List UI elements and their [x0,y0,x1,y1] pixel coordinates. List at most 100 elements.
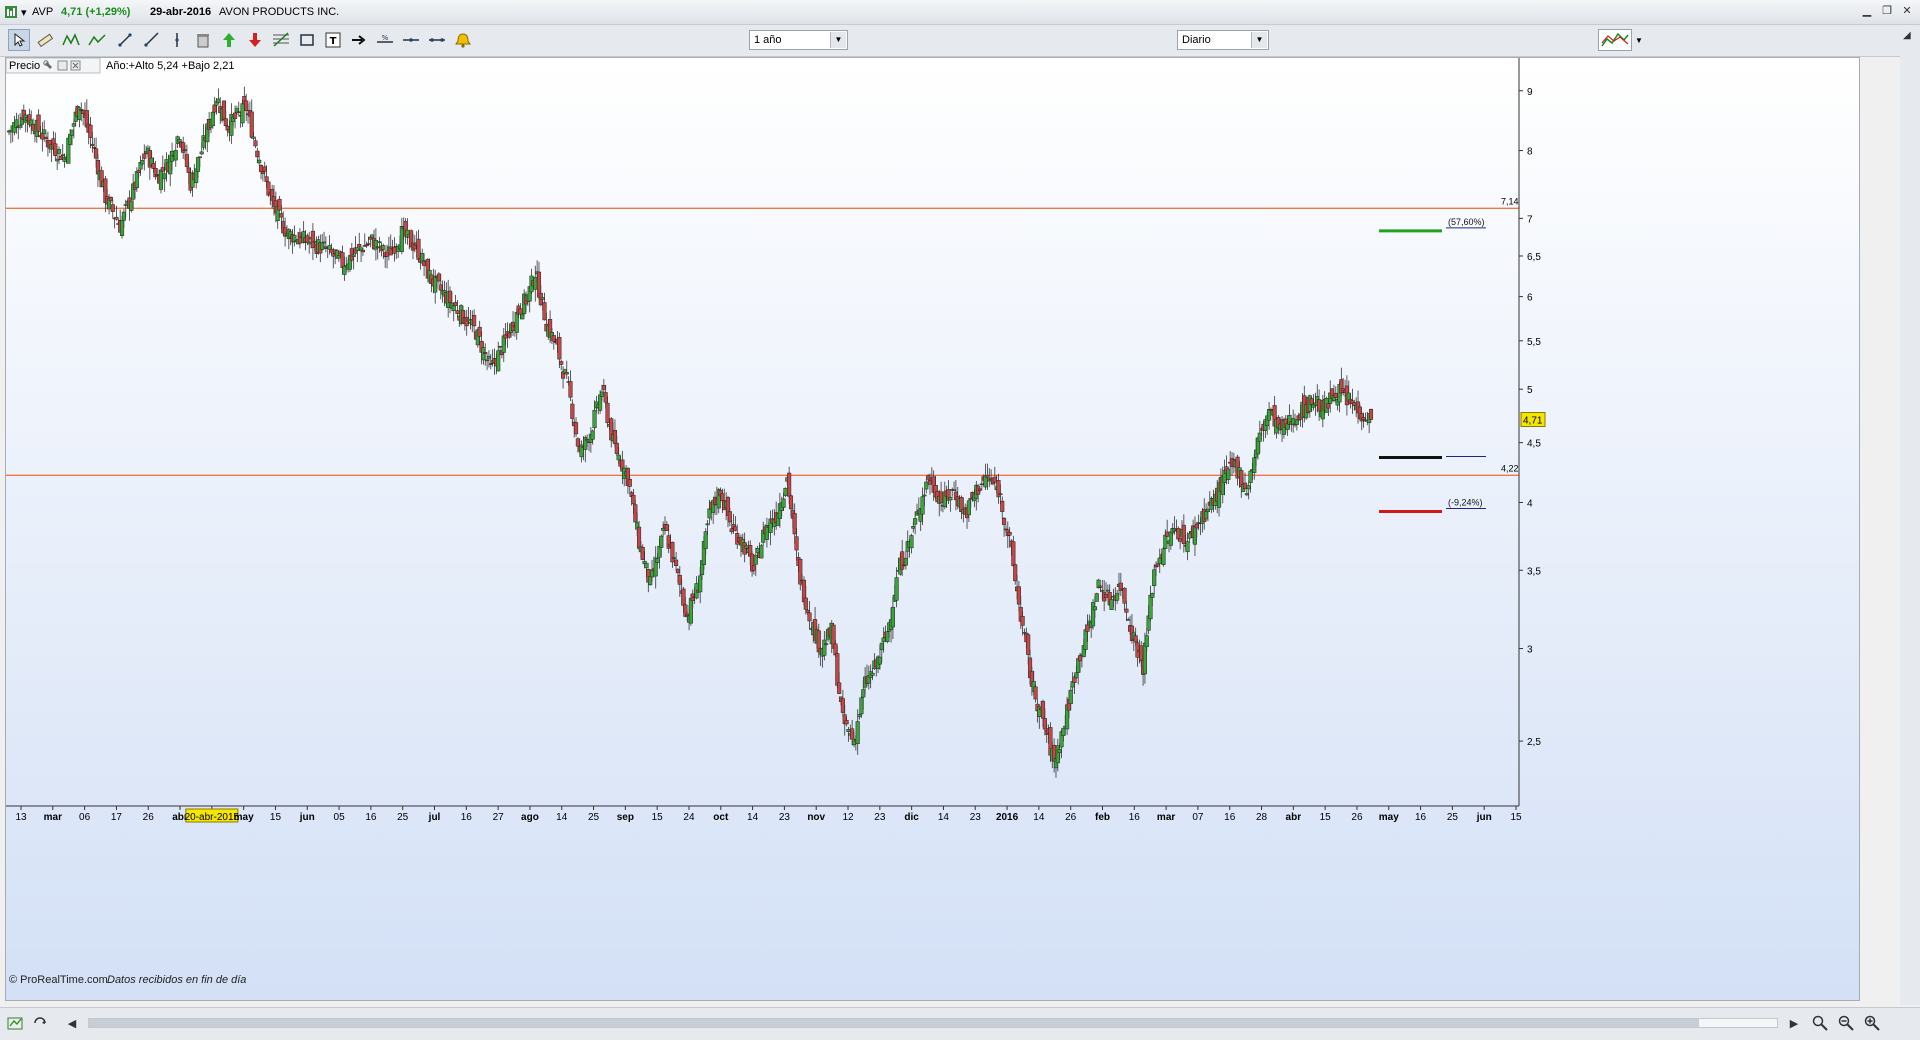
candle-body [998,493,1003,496]
candle-body [329,248,334,253]
cursor-icon[interactable] [8,29,30,51]
candle-body [903,557,908,566]
zoom-out-icon[interactable] [1836,1013,1856,1033]
extended-line-icon[interactable] [400,29,422,51]
candle-body [262,166,267,172]
candle-body [794,536,799,551]
x-tick-label: 14 [747,812,759,823]
candle-body [520,313,525,320]
candle-body [182,149,188,152]
candle-body [1026,634,1031,655]
candle-body [195,157,201,172]
x-tick-label: 14 [938,812,950,823]
candle-body [507,332,512,338]
buy-arrow-icon[interactable] [218,29,240,51]
side-collapse-icon[interactable]: ◢ [1903,30,1911,41]
candle-body [221,100,227,120]
candle-body [158,169,164,190]
chevron-down-icon[interactable]: ▼ [830,32,846,48]
candle-body [755,548,760,553]
price-chart[interactable]: 7,14 4,22 (57,60%) (-9,24%) 9 8 7 6,5 6 5,5 5 4,5… [6,58,1859,1000]
candle-body [681,588,686,606]
y-tick-label: 5 [1527,385,1533,396]
candle-body [985,475,990,478]
candle-body [685,613,690,617]
candle-body [1020,616,1025,626]
candle-body [612,430,618,444]
candle-body [1133,635,1138,643]
pattern-icon[interactable] [60,29,82,51]
candle-body [42,129,47,134]
candle-body [1055,745,1060,764]
ray-icon[interactable] [140,29,162,51]
minimize-icon[interactable]: ▁ [1860,5,1874,17]
sell-arrow-icon[interactable] [244,29,266,51]
period-select[interactable]: 1 año ▼ [749,30,848,50]
x-tick-label: 25 [397,812,409,823]
candle-body [573,422,579,435]
scroll-left-icon[interactable]: ◀ [62,1013,82,1033]
horizontal-line-icon[interactable]: % [374,29,396,51]
candle-body [360,249,365,253]
bottom-scrollbar: ◀ ▶ [0,1007,1920,1040]
candle-body [320,242,325,250]
candle-body [1007,531,1012,536]
y-tick-label: 9 [1527,87,1533,98]
sync-icon[interactable] [30,1013,50,1033]
candle-body [496,350,501,372]
ruler-icon[interactable] [34,29,56,51]
candle-body [447,290,453,303]
chart-list-icon[interactable] [6,1013,26,1033]
candle-body [1185,541,1190,553]
segment-icon[interactable] [426,29,448,51]
candle-body [1040,701,1046,719]
candle-body [742,542,747,555]
alarm-icon[interactable] [452,29,474,51]
panel-close-icon[interactable] [70,60,81,71]
candle-body [751,565,756,571]
candle-body [151,163,156,169]
zoom-in-icon[interactable] [1862,1013,1882,1033]
text-icon[interactable]: T [322,29,344,51]
candle-body [1042,718,1047,730]
candle-body [1192,526,1198,545]
trash-icon[interactable] [192,29,214,51]
interval-select[interactable]: Diario ▼ [1177,30,1269,50]
candle-body [1205,508,1210,513]
panel-settings-icon[interactable] [57,60,68,71]
candle-body [90,143,95,146]
candle-body [879,642,884,651]
vertical-line-icon[interactable] [166,29,188,51]
candle-body [636,526,642,549]
x-tick-label: 15 [270,812,282,823]
scroll-track[interactable] [88,1018,1778,1028]
candle-body [753,555,758,565]
candle-body [894,577,899,601]
candle-body [861,689,866,698]
candle-body [992,476,997,483]
restore-icon[interactable]: ❐ [1880,5,1894,17]
chevron-down-icon[interactable]: ▼ [1251,32,1267,48]
candle-body [240,103,245,124]
arrow-icon[interactable] [348,29,370,51]
candle-body [56,149,62,154]
candle-body [807,612,812,622]
candle-body [466,318,471,322]
candle-body [1187,533,1192,539]
zoom-reset-icon[interactable] [1810,1013,1830,1033]
chart-style-dropdown-icon[interactable]: ▼ [1632,29,1646,51]
chart-style-icon[interactable] [1598,29,1632,51]
candle-body [1057,749,1062,753]
scroll-right-icon[interactable]: ▶ [1784,1013,1804,1033]
scroll-thumb[interactable] [89,1019,1699,1027]
symbol-dropdown[interactable]: ▾ [21,6,27,19]
candle-body [488,363,493,366]
app-icon [5,6,17,18]
y-tick-label: 8 [1527,147,1533,158]
fibonacci-icon[interactable] [270,29,292,51]
rectangle-icon[interactable] [296,29,318,51]
zigzag-icon[interactable] [86,29,108,51]
candle-body [1142,642,1147,675]
close-icon[interactable]: ✕ [1900,5,1914,17]
line-icon[interactable] [114,29,136,51]
